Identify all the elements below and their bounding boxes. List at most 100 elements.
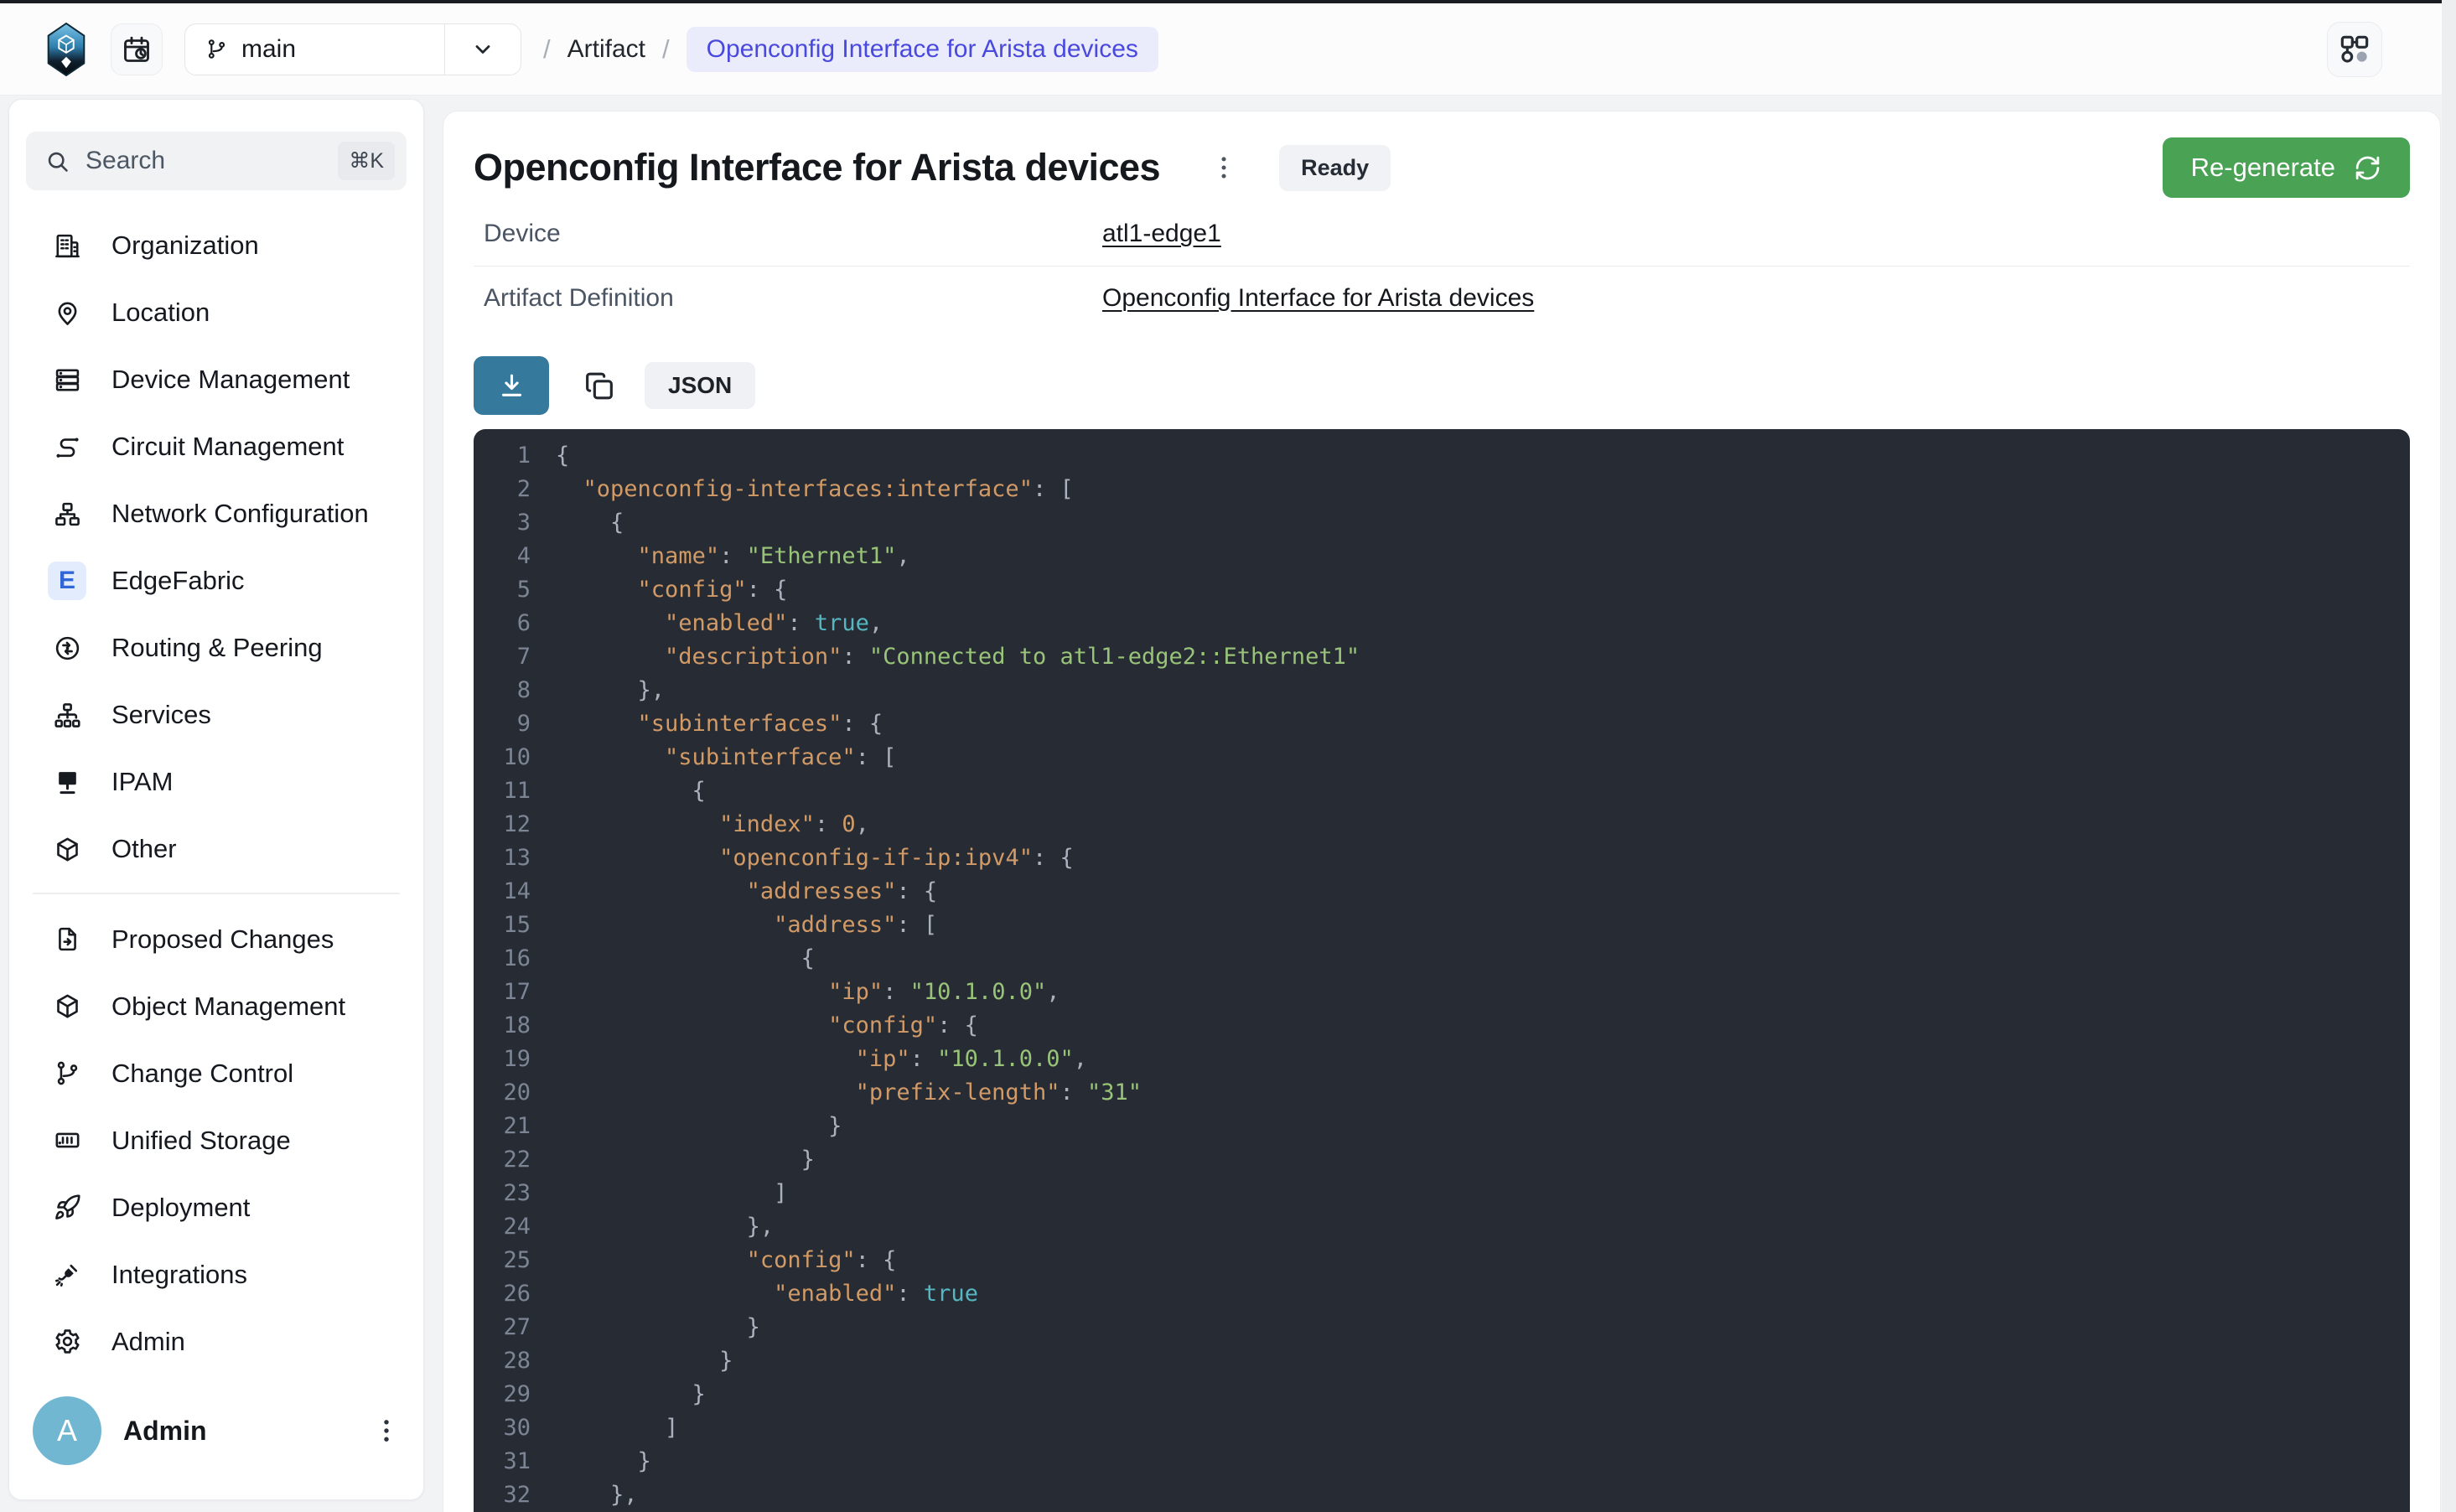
code-text: "subinterfaces": { (531, 707, 883, 741)
code-text: "enabled": true, (531, 607, 883, 640)
sidebar-item-object-management[interactable]: Object Management (26, 973, 407, 1040)
code-text: ] (531, 1411, 678, 1445)
sidebar-item-deployment[interactable]: Deployment (26, 1174, 407, 1241)
storage-icon (48, 1121, 86, 1160)
page-scrollbar[interactable] (2442, 0, 2456, 1512)
window-top-edge (0, 0, 2456, 3)
refresh-icon (2354, 154, 2381, 182)
copy-icon (583, 369, 616, 403)
artifact-actions-button[interactable] (1205, 149, 1242, 186)
code-text: } (531, 1143, 815, 1177)
line-number: 13 (474, 841, 531, 875)
field-value-link[interactable]: Openconfig Interface for Arista devices (1102, 284, 1534, 313)
line-number: 20 (474, 1076, 531, 1110)
code-text: }, (531, 1478, 638, 1512)
router-icon (48, 629, 86, 667)
line-number: 5 (474, 573, 531, 607)
code-text: { (531, 942, 815, 976)
code-line: 1{ (474, 439, 2410, 473)
code-text: { (531, 774, 706, 808)
field-row-artifact-definition: Artifact DefinitionOpenconfig Interface … (474, 266, 2410, 330)
sidebar-item-edgefabric[interactable]: EEdgeFabric (26, 547, 407, 614)
code-text: "subinterface": [ (531, 741, 896, 774)
code-line: 23 ] (474, 1177, 2410, 1210)
code-line: 26 "enabled": true (474, 1277, 2410, 1311)
code-text: { (531, 439, 569, 473)
line-number: 12 (474, 808, 531, 841)
sidebar-item-unified-storage[interactable]: Unified Storage (26, 1107, 407, 1174)
line-number: 4 (474, 540, 531, 573)
sidebar-item-circuit-management[interactable]: Circuit Management (26, 413, 407, 480)
code-text: } (531, 1445, 651, 1478)
app-logo-icon[interactable] (47, 23, 85, 76)
code-line: 12 "index": 0, (474, 808, 2410, 841)
sidebar-item-services[interactable]: Services (26, 681, 407, 748)
sidebar-item-integrations[interactable]: Integrations (26, 1241, 407, 1308)
code-line: 20 "prefix-length": "31" (474, 1076, 2410, 1110)
download-button[interactable] (474, 356, 549, 415)
workflow-button[interactable] (2327, 22, 2382, 77)
sidebar-item-label: Proposed Changes (111, 924, 334, 955)
date-picker-button[interactable] (111, 23, 163, 75)
code-viewer[interactable]: 1{2 "openconfig-interfaces:interface": [… (474, 429, 2410, 1512)
branch-selector[interactable]: main (184, 23, 521, 75)
kebab-menu-icon (371, 1416, 402, 1446)
sidebar-item-label: Admin (111, 1327, 185, 1357)
page-title: Openconfig Interface for Arista devices (474, 146, 1160, 189)
search-input[interactable]: Search ⌘K (26, 132, 407, 190)
breadcrumb-item-artifact[interactable]: Artifact (567, 35, 645, 64)
code-text: "openconfig-if-ip:ipv4": { (531, 841, 1074, 875)
code-line: 15 "address": [ (474, 909, 2410, 942)
avatar: A (33, 1396, 101, 1465)
code-line: 21 } (474, 1110, 2410, 1143)
chevron-down-icon (471, 38, 495, 61)
sidebar-item-label: Deployment (111, 1193, 250, 1223)
breadcrumb-separator: / (662, 34, 670, 65)
sidebar-item-location[interactable]: Location (26, 279, 407, 346)
sidebar-item-organization[interactable]: Organization (26, 212, 407, 279)
git-branch-icon (205, 38, 228, 60)
code-text: "config": { (531, 1244, 896, 1277)
code-text: "ip": "10.1.0.0", (531, 1043, 1087, 1076)
code-line: 7 "description": "Connected to atl1-edge… (474, 640, 2410, 674)
sidebar-item-admin[interactable]: Admin (26, 1308, 407, 1375)
code-text: "enabled": true (531, 1277, 978, 1311)
sidebar-item-label: Object Management (111, 992, 345, 1022)
line-number: 27 (474, 1311, 531, 1344)
sidebar-item-routing-peering[interactable]: Routing & Peering (26, 614, 407, 681)
cube-icon (48, 830, 86, 868)
download-icon (496, 370, 527, 401)
regenerate-button[interactable]: Re-generate (2163, 137, 2410, 198)
search-shortcut: ⌘K (338, 142, 395, 180)
user-menu[interactable]: A Admin (26, 1395, 407, 1466)
field-value-link[interactable]: atl1-edge1 (1102, 220, 1221, 248)
line-number: 19 (474, 1043, 531, 1076)
copy-button[interactable] (578, 364, 621, 407)
code-line: 11 { (474, 774, 2410, 808)
regenerate-label: Re-generate (2191, 153, 2335, 183)
server-icon (48, 360, 86, 399)
sidebar-item-device-management[interactable]: Device Management (26, 346, 407, 413)
line-number: 28 (474, 1344, 531, 1378)
line-number: 29 (474, 1378, 531, 1411)
line-number: 26 (474, 1277, 531, 1311)
code-line: 19 "ip": "10.1.0.0", (474, 1043, 2410, 1076)
breadcrumb-item-openconfig-interface-for-arista-devices[interactable]: Openconfig Interface for Arista devices (687, 27, 1158, 72)
branch-dropdown-toggle[interactable] (445, 38, 521, 61)
code-text: "prefix-length": "31" (531, 1076, 1142, 1110)
sidebar-item-proposed-changes[interactable]: Proposed Changes (26, 906, 407, 973)
line-number: 10 (474, 741, 531, 774)
code-line: 28 } (474, 1344, 2410, 1378)
code-text: "config": { (531, 1009, 978, 1043)
sidebar-item-label: Other (111, 834, 177, 864)
code-text: }, (531, 1210, 774, 1244)
sidebar-item-change-control[interactable]: Change Control (26, 1040, 407, 1107)
line-number: 6 (474, 607, 531, 640)
user-menu-button[interactable] (366, 1411, 407, 1451)
sidebar-item-other[interactable]: Other (26, 816, 407, 883)
field-label: Artifact Definition (484, 284, 1102, 313)
gear-icon (48, 1323, 86, 1361)
sidebar-item-ipam[interactable]: IPIPAM (26, 748, 407, 816)
sidebar-item-network-configuration[interactable]: Network Configuration (26, 480, 407, 547)
branch-selector-current[interactable]: main (185, 35, 444, 64)
